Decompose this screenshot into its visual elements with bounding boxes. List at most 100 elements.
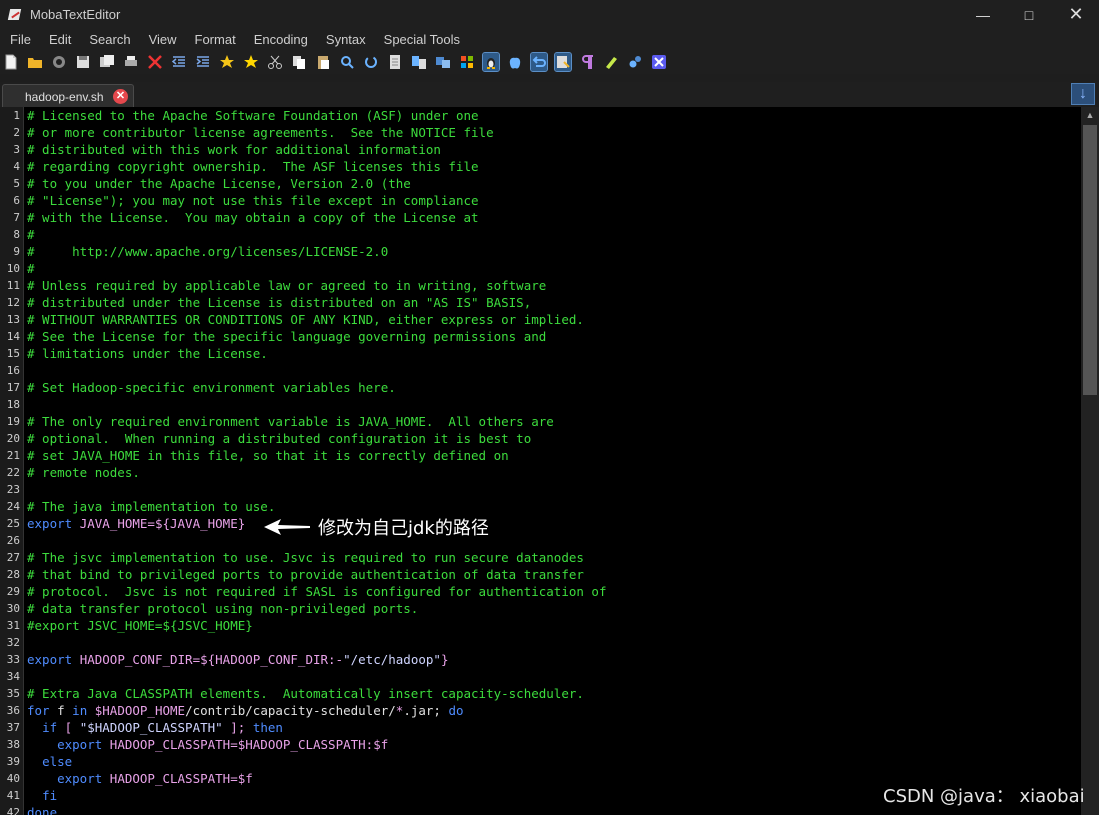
code-line[interactable]: # that bind to privileged ports to provi… xyxy=(27,566,584,583)
code-line[interactable]: # set JAVA_HOME in this file, so that it… xyxy=(27,447,509,464)
code-token: # Licensed to the Apache Software Founda… xyxy=(27,108,479,123)
code-line[interactable]: # The java implementation to use. xyxy=(27,498,275,515)
code-line[interactable]: export HADOOP_CLASSPATH=$f xyxy=(27,770,253,787)
code-token: JAVA_HOME=${JAVA_HOME} xyxy=(79,516,246,531)
code-token: HADOOP_CLASSPATH=$HADOOP_CLASSPATH:$f xyxy=(109,737,389,752)
code-line[interactable]: # data transfer protocol using non-privi… xyxy=(27,600,418,617)
code-token: # protocol. Jsvc is not required if SASL… xyxy=(27,584,607,599)
line-number: 28 xyxy=(6,568,20,581)
replace-icon[interactable] xyxy=(363,53,379,71)
indent-icon[interactable] xyxy=(195,53,211,71)
tab-close-icon[interactable]: ✕ xyxy=(113,89,128,104)
menu-view[interactable]: View xyxy=(140,32,186,47)
code-line[interactable]: # The jsvc implementation to use. Jsvc i… xyxy=(27,549,584,566)
editor-area[interactable]: 1 2 3 4 5 6 7 8 9 10 11 12 13 14 15 16 17 18 19 20 21 22 23 24 2… xyxy=(0,107,1099,815)
menu-special-tools[interactable]: Special Tools xyxy=(375,32,469,47)
menu-encoding[interactable]: Encoding xyxy=(245,32,317,47)
favorite-star-icon[interactable] xyxy=(243,53,259,71)
menu-search[interactable]: Search xyxy=(80,32,139,47)
code-token: # that bind to privileged ports to provi… xyxy=(27,567,584,582)
title-bar: MobaTextEditor — □ ✕ xyxy=(0,0,1099,29)
code-line[interactable]: for f in $HADOOP_HOME/contrib/capacity-s… xyxy=(27,702,464,719)
code-line[interactable]: # to you under the Apache License, Versi… xyxy=(27,175,411,192)
copy-icon[interactable] xyxy=(291,53,307,71)
document-icon[interactable] xyxy=(387,53,403,71)
code-line[interactable]: # with the License. You may obtain a cop… xyxy=(27,209,479,226)
code-line[interactable]: # Set Hadoop-specific environment variab… xyxy=(27,379,396,396)
find-icon[interactable] xyxy=(339,53,355,71)
scrollbar-thumb[interactable] xyxy=(1083,125,1097,395)
code-line[interactable]: # optional. When running a distributed c… xyxy=(27,430,531,447)
code-token: # The only required environment variable… xyxy=(27,414,554,429)
code-line[interactable]: # xyxy=(27,226,35,243)
compare-icon[interactable] xyxy=(411,53,427,71)
paste-icon[interactable] xyxy=(315,53,331,71)
paragraph-icon[interactable] xyxy=(579,53,595,71)
maximize-icon[interactable]: □ xyxy=(1006,0,1052,29)
code-line[interactable]: # WITHOUT WARRANTIES OR CONDITIONS OF AN… xyxy=(27,311,584,328)
close-file-icon[interactable] xyxy=(147,53,163,71)
undo-icon[interactable] xyxy=(530,52,548,72)
code-line[interactable]: export JAVA_HOME=${JAVA_HOME} xyxy=(27,515,245,532)
outdent-icon[interactable] xyxy=(171,53,187,71)
code-line[interactable]: # "License"); you may not use this file … xyxy=(27,192,479,209)
vertical-scrollbar[interactable]: ▲ xyxy=(1081,107,1099,815)
mac-mode-icon[interactable] xyxy=(507,53,523,71)
print-icon[interactable] xyxy=(123,53,139,71)
line-number: 9 xyxy=(13,245,20,258)
highlight-icon[interactable] xyxy=(603,53,619,71)
minimize-icon[interactable]: — xyxy=(960,0,1006,29)
save-as-icon[interactable] xyxy=(554,52,572,72)
new-file-icon[interactable] xyxy=(3,53,19,71)
tab-hadoop-env[interactable]: hadoop-env.sh ✕ xyxy=(2,84,134,107)
code-line[interactable]: # remote nodes. xyxy=(27,464,140,481)
code-token: # optional. When running a distributed c… xyxy=(27,431,532,446)
code-line[interactable]: # limitations under the License. xyxy=(27,345,268,362)
linux-mode-icon[interactable] xyxy=(482,52,500,72)
scroll-down-icon[interactable]: ↓ xyxy=(1071,83,1095,105)
code-token: # Extra Java CLASSPATH elements. Automat… xyxy=(27,686,584,701)
code-line[interactable]: # See the License for the specific langu… xyxy=(27,328,546,345)
code-line[interactable]: export HADOOP_CONF_DIR=${HADOOP_CONF_DIR… xyxy=(27,651,448,668)
line-number: 24 xyxy=(6,500,20,513)
code-line[interactable]: # distributed with this work for additio… xyxy=(27,141,441,158)
menu-file[interactable]: File xyxy=(0,32,40,47)
menu-format[interactable]: Format xyxy=(186,32,245,47)
menu-edit[interactable]: Edit xyxy=(40,32,80,47)
code-line[interactable]: # or more contributor license agreements… xyxy=(27,124,494,141)
code-line[interactable]: if [ "$HADOOP_CLASSPATH" ]; then xyxy=(27,719,283,736)
open-folder-icon[interactable] xyxy=(27,53,43,71)
code-line[interactable]: # protocol. Jsvc is not required if SASL… xyxy=(27,583,606,600)
code-token: if xyxy=(42,720,65,735)
code-line[interactable]: #export JSVC_HOME=${JSVC_HOME} xyxy=(27,617,253,634)
code-line[interactable]: # The only required environment variable… xyxy=(27,413,554,430)
code-token: then xyxy=(252,720,283,735)
code-line[interactable]: export HADOOP_CLASSPATH=$HADOOP_CLASSPAT… xyxy=(27,736,388,753)
code-line[interactable]: # regarding copyright ownership. The ASF… xyxy=(27,158,479,175)
code-line[interactable]: done xyxy=(27,804,57,815)
code-token: [ xyxy=(64,720,80,735)
save-all-icon[interactable] xyxy=(99,53,115,71)
code-line[interactable]: # Extra Java CLASSPATH elements. Automat… xyxy=(27,685,584,702)
bookmark-star-icon[interactable] xyxy=(219,53,235,71)
code-line[interactable]: # xyxy=(27,260,35,277)
code-token: $HADOOP_HOME xyxy=(94,703,186,718)
close-icon[interactable]: ✕ xyxy=(1053,0,1099,29)
code-line[interactable]: fi xyxy=(27,787,57,804)
line-number: 27 xyxy=(6,551,20,564)
code-line[interactable]: else xyxy=(27,753,72,770)
exit-icon[interactable] xyxy=(651,53,667,71)
compare-alt-icon[interactable] xyxy=(435,53,451,71)
scroll-up-icon[interactable]: ▲ xyxy=(1081,107,1099,123)
cut-icon[interactable] xyxy=(267,53,283,71)
menu-syntax[interactable]: Syntax xyxy=(317,32,375,47)
windows-mode-icon[interactable] xyxy=(459,53,475,71)
code-line[interactable]: # distributed under the License is distr… xyxy=(27,294,531,311)
settings-icon[interactable] xyxy=(627,53,643,71)
reload-icon[interactable] xyxy=(51,53,67,71)
line-number: 15 xyxy=(6,347,20,360)
code-line[interactable]: # Unless required by applicable law or a… xyxy=(27,277,546,294)
code-line[interactable]: # Licensed to the Apache Software Founda… xyxy=(27,107,479,124)
save-icon[interactable] xyxy=(75,53,91,71)
code-line[interactable]: # http://www.apache.org/licenses/LICENSE… xyxy=(27,243,388,260)
